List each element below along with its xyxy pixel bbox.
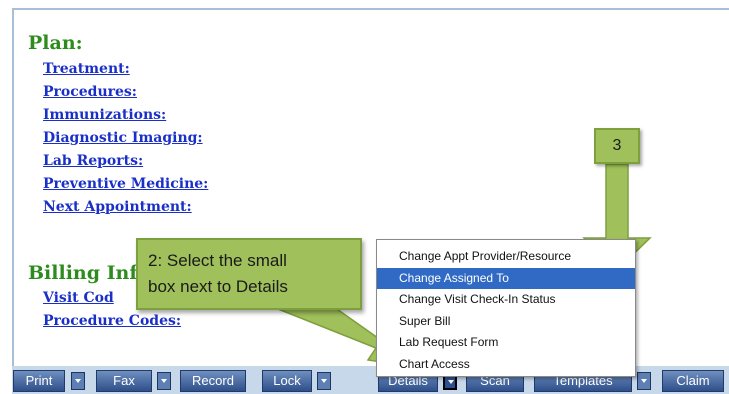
step-2-callout: 2: Select the small box next to Details [136, 238, 362, 310]
menu-item-change-visit-checkin[interactable]: Change Visit Check-In Status [377, 289, 635, 311]
menu-item-change-assigned-to[interactable]: Change Assigned To [377, 267, 635, 289]
step-2-line-2: box next to Details [148, 277, 288, 296]
menu-item-change-appt-provider[interactable]: Change Appt Provider/Resource [377, 246, 635, 268]
step-3-callout: 3 [594, 128, 640, 164]
step-2-line-1: 2: Select the small [148, 251, 287, 270]
menu-item-super-bill[interactable]: Super Bill [377, 311, 635, 333]
menu-item-chart-access[interactable]: Chart Access [377, 354, 635, 376]
menu-item-lab-request-form[interactable]: Lab Request Form [377, 332, 635, 354]
details-dropdown-menu: Change Appt Provider/Resource Change Ass… [376, 239, 636, 377]
